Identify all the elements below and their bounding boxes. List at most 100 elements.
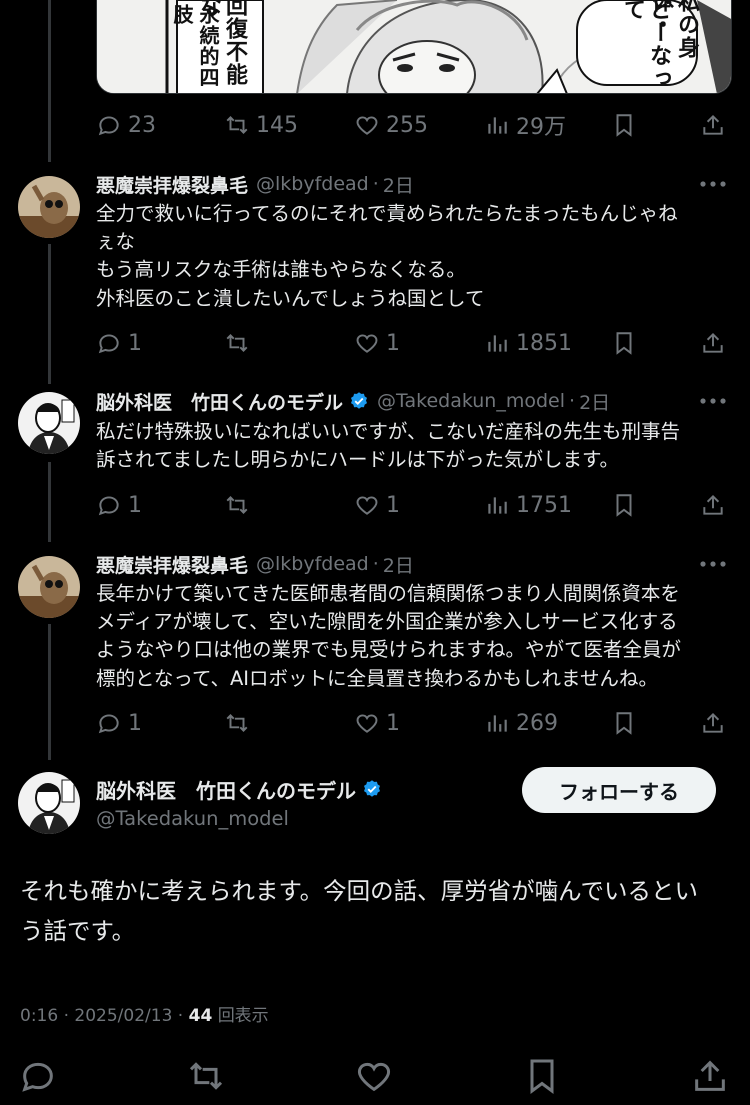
avatar-image <box>18 392 80 454</box>
bookmark-button[interactable] <box>611 328 637 358</box>
views-button[interactable]: 269 <box>484 708 558 738</box>
user-handle[interactable]: @lkbyfdead <box>256 553 369 575</box>
like-button[interactable]: 1 <box>354 708 400 738</box>
tweet-line: 標的となって、AIロボットに全員置き換わるかもしれませんね。 <box>96 666 658 690</box>
tweet-image[interactable]: 回復不能な 永続的四肢 私の身体・ どーなって <box>96 0 732 94</box>
avatar-lkbyfdead-2[interactable] <box>18 556 80 618</box>
share-button[interactable] <box>700 490 726 520</box>
user-handle[interactable]: @lkbyfdead <box>256 173 369 195</box>
reply-button[interactable]: 1 <box>96 490 142 520</box>
tweet-line: もう高リスクな手術は誰もやらなくなる。 <box>96 258 466 282</box>
bookmark-button[interactable] <box>611 708 637 738</box>
bookmark-button[interactable] <box>522 1056 562 1096</box>
user-handle[interactable]: @Takedakun_model <box>377 390 565 412</box>
tweet-header: 脳外科医 竹田くんのモデル @Takedakun_model · 2日 <box>96 387 610 415</box>
display-name[interactable]: 悪魔崇拝爆裂鼻毛 <box>96 171 248 198</box>
reply-button[interactable] <box>18 1056 58 1096</box>
tweet-header: 悪魔崇拝爆裂鼻毛 @lkbyfdead · 2日 <box>96 170 414 198</box>
tweet-line: 長年かけて築いてきた医師患者間の信頼関係つまり人間関係資本を <box>96 582 680 605</box>
share-button[interactable] <box>700 328 726 358</box>
tweet-line: ぇな <box>96 230 136 254</box>
timestamp[interactable]: 2日 <box>383 171 414 198</box>
like-button[interactable]: 1 <box>354 328 400 358</box>
tweet-line: 外科医のこと潰したいんでしょうね国として <box>96 286 485 310</box>
share-button[interactable] <box>690 1056 730 1096</box>
more-options-icon[interactable] <box>698 391 728 411</box>
tweet-actions: 1 1 1751 <box>96 490 726 520</box>
more-options-icon[interactable] <box>698 554 728 574</box>
display-name[interactable]: 悪魔崇拝爆裂鼻毛 <box>96 551 248 578</box>
display-name[interactable]: 脳外科医 竹田くんのモデル <box>96 388 343 415</box>
heart-icon <box>357 1062 391 1092</box>
follow-button[interactable]: フォローする <box>522 767 716 813</box>
manga-text-2: 永続的四肢 <box>170 4 220 88</box>
like-count: 1 <box>386 492 400 518</box>
tweet-actions: 1 1 1851 <box>96 328 726 358</box>
main-tweet-author: 脳外科医 竹田くんのモデル <box>96 775 382 803</box>
timestamp[interactable]: 2日 <box>383 551 414 578</box>
bookmark-button[interactable] <box>611 490 637 520</box>
like-button[interactable] <box>354 1056 394 1096</box>
views-button[interactable]: 1751 <box>484 490 572 520</box>
manga-text-4: どーなって <box>620 0 671 90</box>
verified-badge-icon <box>364 780 380 797</box>
repost-icon <box>226 116 248 134</box>
avatar-image <box>18 772 80 834</box>
tweet-line: それも確かに考えられます。今回の話、厚労省が噛んでいるとい <box>20 877 698 905</box>
verified-badge-icon <box>351 392 368 409</box>
repost-icon <box>226 496 248 514</box>
timestamp[interactable]: 2日 <box>579 388 610 415</box>
view-label: 回表示 <box>217 1006 269 1026</box>
post-time[interactable]: 0:16 <box>20 1006 58 1026</box>
bookmark-button[interactable] <box>611 110 637 140</box>
views-count: 269 <box>516 710 558 736</box>
tweet-meta: 0:16 · 2025/02/13 · 44 回表示 <box>20 1006 269 1026</box>
avatar-lkbyfdead-1[interactable] <box>18 176 80 238</box>
bookmark-icon <box>530 1059 554 1094</box>
tweet-text: 私だけ特殊扱いになればいいですが、こないだ産科の先生も刑事告 訴されてましたし明… <box>96 418 726 474</box>
repost-button[interactable] <box>224 708 250 738</box>
like-button[interactable]: 255 <box>354 110 428 140</box>
tweet-line: 全力で救いに行ってるのにそれで責められたらたまったもんじゃね <box>96 202 678 225</box>
avatar-takedakun-main[interactable] <box>18 772 80 834</box>
views-button[interactable]: 1851 <box>484 328 572 358</box>
avatar-image <box>18 176 80 238</box>
views-icon <box>488 497 507 514</box>
share-icon <box>695 1060 725 1091</box>
user-handle[interactable]: @Takedakun_model <box>96 807 289 830</box>
repost-button[interactable]: 145 <box>224 110 298 140</box>
reply-count: 23 <box>128 112 156 138</box>
views-icon <box>488 715 507 732</box>
avatar-takedakun-1[interactable] <box>18 392 80 454</box>
views-button[interactable]: 29万 <box>484 110 566 140</box>
repost-button[interactable] <box>224 490 250 520</box>
display-name[interactable]: 脳外科医 竹田くんのモデル <box>96 775 356 804</box>
tweet-line: 私だけ特殊扱いになればいいですが、こないだ産科の先生も刑事告 <box>96 420 681 443</box>
repost-button[interactable] <box>186 1056 226 1096</box>
avatar-image <box>18 556 80 618</box>
like-button[interactable]: 1 <box>354 490 400 520</box>
share-button[interactable] <box>700 708 726 738</box>
like-count: 255 <box>386 112 428 138</box>
share-button[interactable] <box>700 110 726 140</box>
main-tweet-actions <box>0 1052 750 1105</box>
share-icon <box>703 114 723 135</box>
reply-icon <box>98 334 119 354</box>
share-icon <box>703 494 723 515</box>
share-icon <box>703 712 723 733</box>
reply-button[interactable]: 1 <box>96 708 142 738</box>
reply-button[interactable]: 23 <box>96 110 156 140</box>
reply-count: 1 <box>128 710 142 736</box>
repost-button[interactable] <box>224 328 250 358</box>
reply-icon <box>98 714 119 734</box>
more-options-icon[interactable] <box>698 174 728 194</box>
heart-icon <box>356 714 378 733</box>
like-count: 1 <box>386 710 400 736</box>
reply-button[interactable]: 1 <box>96 328 142 358</box>
reply-count: 1 <box>128 330 142 356</box>
share-icon <box>703 332 723 353</box>
views-icon <box>488 335 507 352</box>
post-date[interactable]: 2025/02/13 <box>74 1006 172 1026</box>
bookmark-icon <box>616 114 632 137</box>
views-icon <box>488 117 507 134</box>
